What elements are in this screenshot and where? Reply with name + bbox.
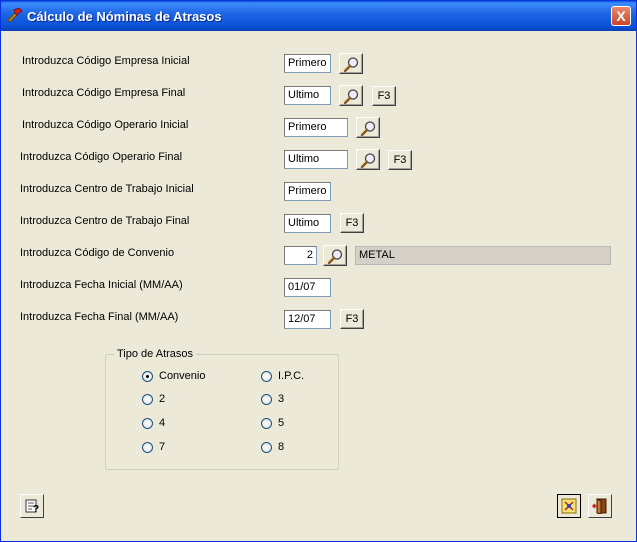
fecha-final-label: Introduzca Fecha Final (MM/AA) bbox=[20, 311, 179, 323]
radio-dot bbox=[142, 442, 153, 453]
window: Cálculo de Nóminas de Atrasos X Introduz… bbox=[0, 0, 637, 542]
convenio-description: METAL bbox=[355, 246, 611, 265]
operario-inicial-search-button[interactable] bbox=[356, 117, 380, 138]
radio-label: 2 bbox=[159, 393, 166, 405]
tipo-atrasos-group: Tipo de Atrasos bbox=[105, 348, 339, 470]
magnifier-icon bbox=[343, 89, 359, 105]
operario-inicial-label: Introduzca Código Operario Inicial bbox=[22, 119, 189, 131]
radio-label: 5 bbox=[278, 417, 285, 429]
title-bar: Cálculo de Nóminas de Atrasos X bbox=[1, 1, 636, 31]
operario-final-input[interactable]: Ultimo bbox=[284, 150, 348, 169]
magnifier-icon bbox=[343, 57, 359, 73]
empresa-inicial-search-button[interactable] bbox=[339, 53, 363, 74]
convenio-input[interactable]: 2 bbox=[284, 246, 317, 265]
centro-final-input[interactable]: Ultimo bbox=[284, 214, 331, 233]
operario-final-f3-button[interactable]: F3 bbox=[388, 150, 412, 170]
radio-dot bbox=[142, 394, 153, 405]
empresa-final-label: Introduzca Código Empresa Final bbox=[22, 87, 186, 99]
centro-final-f3-button[interactable]: F3 bbox=[340, 213, 364, 233]
form-area: Introduzca Código Empresa Inicial Primer… bbox=[1, 31, 636, 541]
magnifier-icon bbox=[327, 249, 343, 265]
execute-button[interactable] bbox=[557, 494, 581, 518]
radio-dot bbox=[261, 371, 272, 382]
radio-dot bbox=[142, 418, 153, 429]
centro-inicial-label: Introduzca Centro de Trabajo Inicial bbox=[20, 183, 194, 195]
radio-label: I.P.C. bbox=[278, 370, 305, 382]
help-button[interactable]: ? bbox=[20, 494, 44, 518]
operario-final-search-button[interactable] bbox=[356, 149, 380, 170]
radio-label: Convenio bbox=[159, 370, 206, 382]
empresa-final-search-button[interactable] bbox=[339, 85, 363, 106]
empresa-final-f3-button[interactable]: F3 bbox=[372, 86, 396, 106]
operario-final-label: Introduzca Código Operario Final bbox=[20, 151, 183, 163]
radio-dot bbox=[261, 394, 272, 405]
empresa-inicial-label: Introduzca Código Empresa Inicial bbox=[22, 55, 190, 67]
empresa-final-input[interactable]: Ultimo bbox=[284, 86, 331, 105]
fecha-final-f3-button[interactable]: F3 bbox=[340, 309, 364, 329]
radio-dot bbox=[261, 442, 272, 453]
fecha-inicial-label: Introduzca Fecha Inicial (MM/AA) bbox=[20, 279, 183, 291]
centro-inicial-input[interactable]: Primero bbox=[284, 182, 331, 201]
window-title: Cálculo de Nóminas de Atrasos bbox=[27, 9, 222, 24]
fecha-inicial-input[interactable]: 01/07 bbox=[284, 278, 331, 297]
magnifier-icon bbox=[360, 153, 376, 169]
hammer-icon bbox=[6, 7, 23, 24]
operario-inicial-input[interactable]: Primero bbox=[284, 118, 348, 137]
magnifier-icon bbox=[360, 121, 376, 137]
close-button[interactable]: X bbox=[611, 6, 631, 26]
radio-label: 7 bbox=[159, 441, 166, 453]
execute-icon bbox=[561, 498, 577, 514]
radio-label: 3 bbox=[278, 393, 285, 405]
exit-door-icon bbox=[592, 498, 607, 514]
radio-dot bbox=[261, 418, 272, 429]
fecha-final-input[interactable]: 12/07 bbox=[284, 310, 331, 329]
radio-label: 4 bbox=[159, 417, 166, 429]
radio-dot bbox=[142, 371, 153, 382]
svg-text:?: ? bbox=[33, 504, 39, 514]
convenio-search-button[interactable] bbox=[323, 245, 347, 266]
tipo-atrasos-legend: Tipo de Atrasos bbox=[117, 348, 194, 360]
centro-final-label: Introduzca Centro de Trabajo Final bbox=[20, 215, 190, 227]
convenio-label: Introduzca Código de Convenio bbox=[20, 247, 175, 259]
radio-label: 8 bbox=[278, 441, 285, 453]
exit-button[interactable] bbox=[588, 494, 612, 518]
help-icon: ? bbox=[25, 499, 39, 514]
empresa-inicial-input[interactable]: Primero bbox=[284, 54, 331, 73]
